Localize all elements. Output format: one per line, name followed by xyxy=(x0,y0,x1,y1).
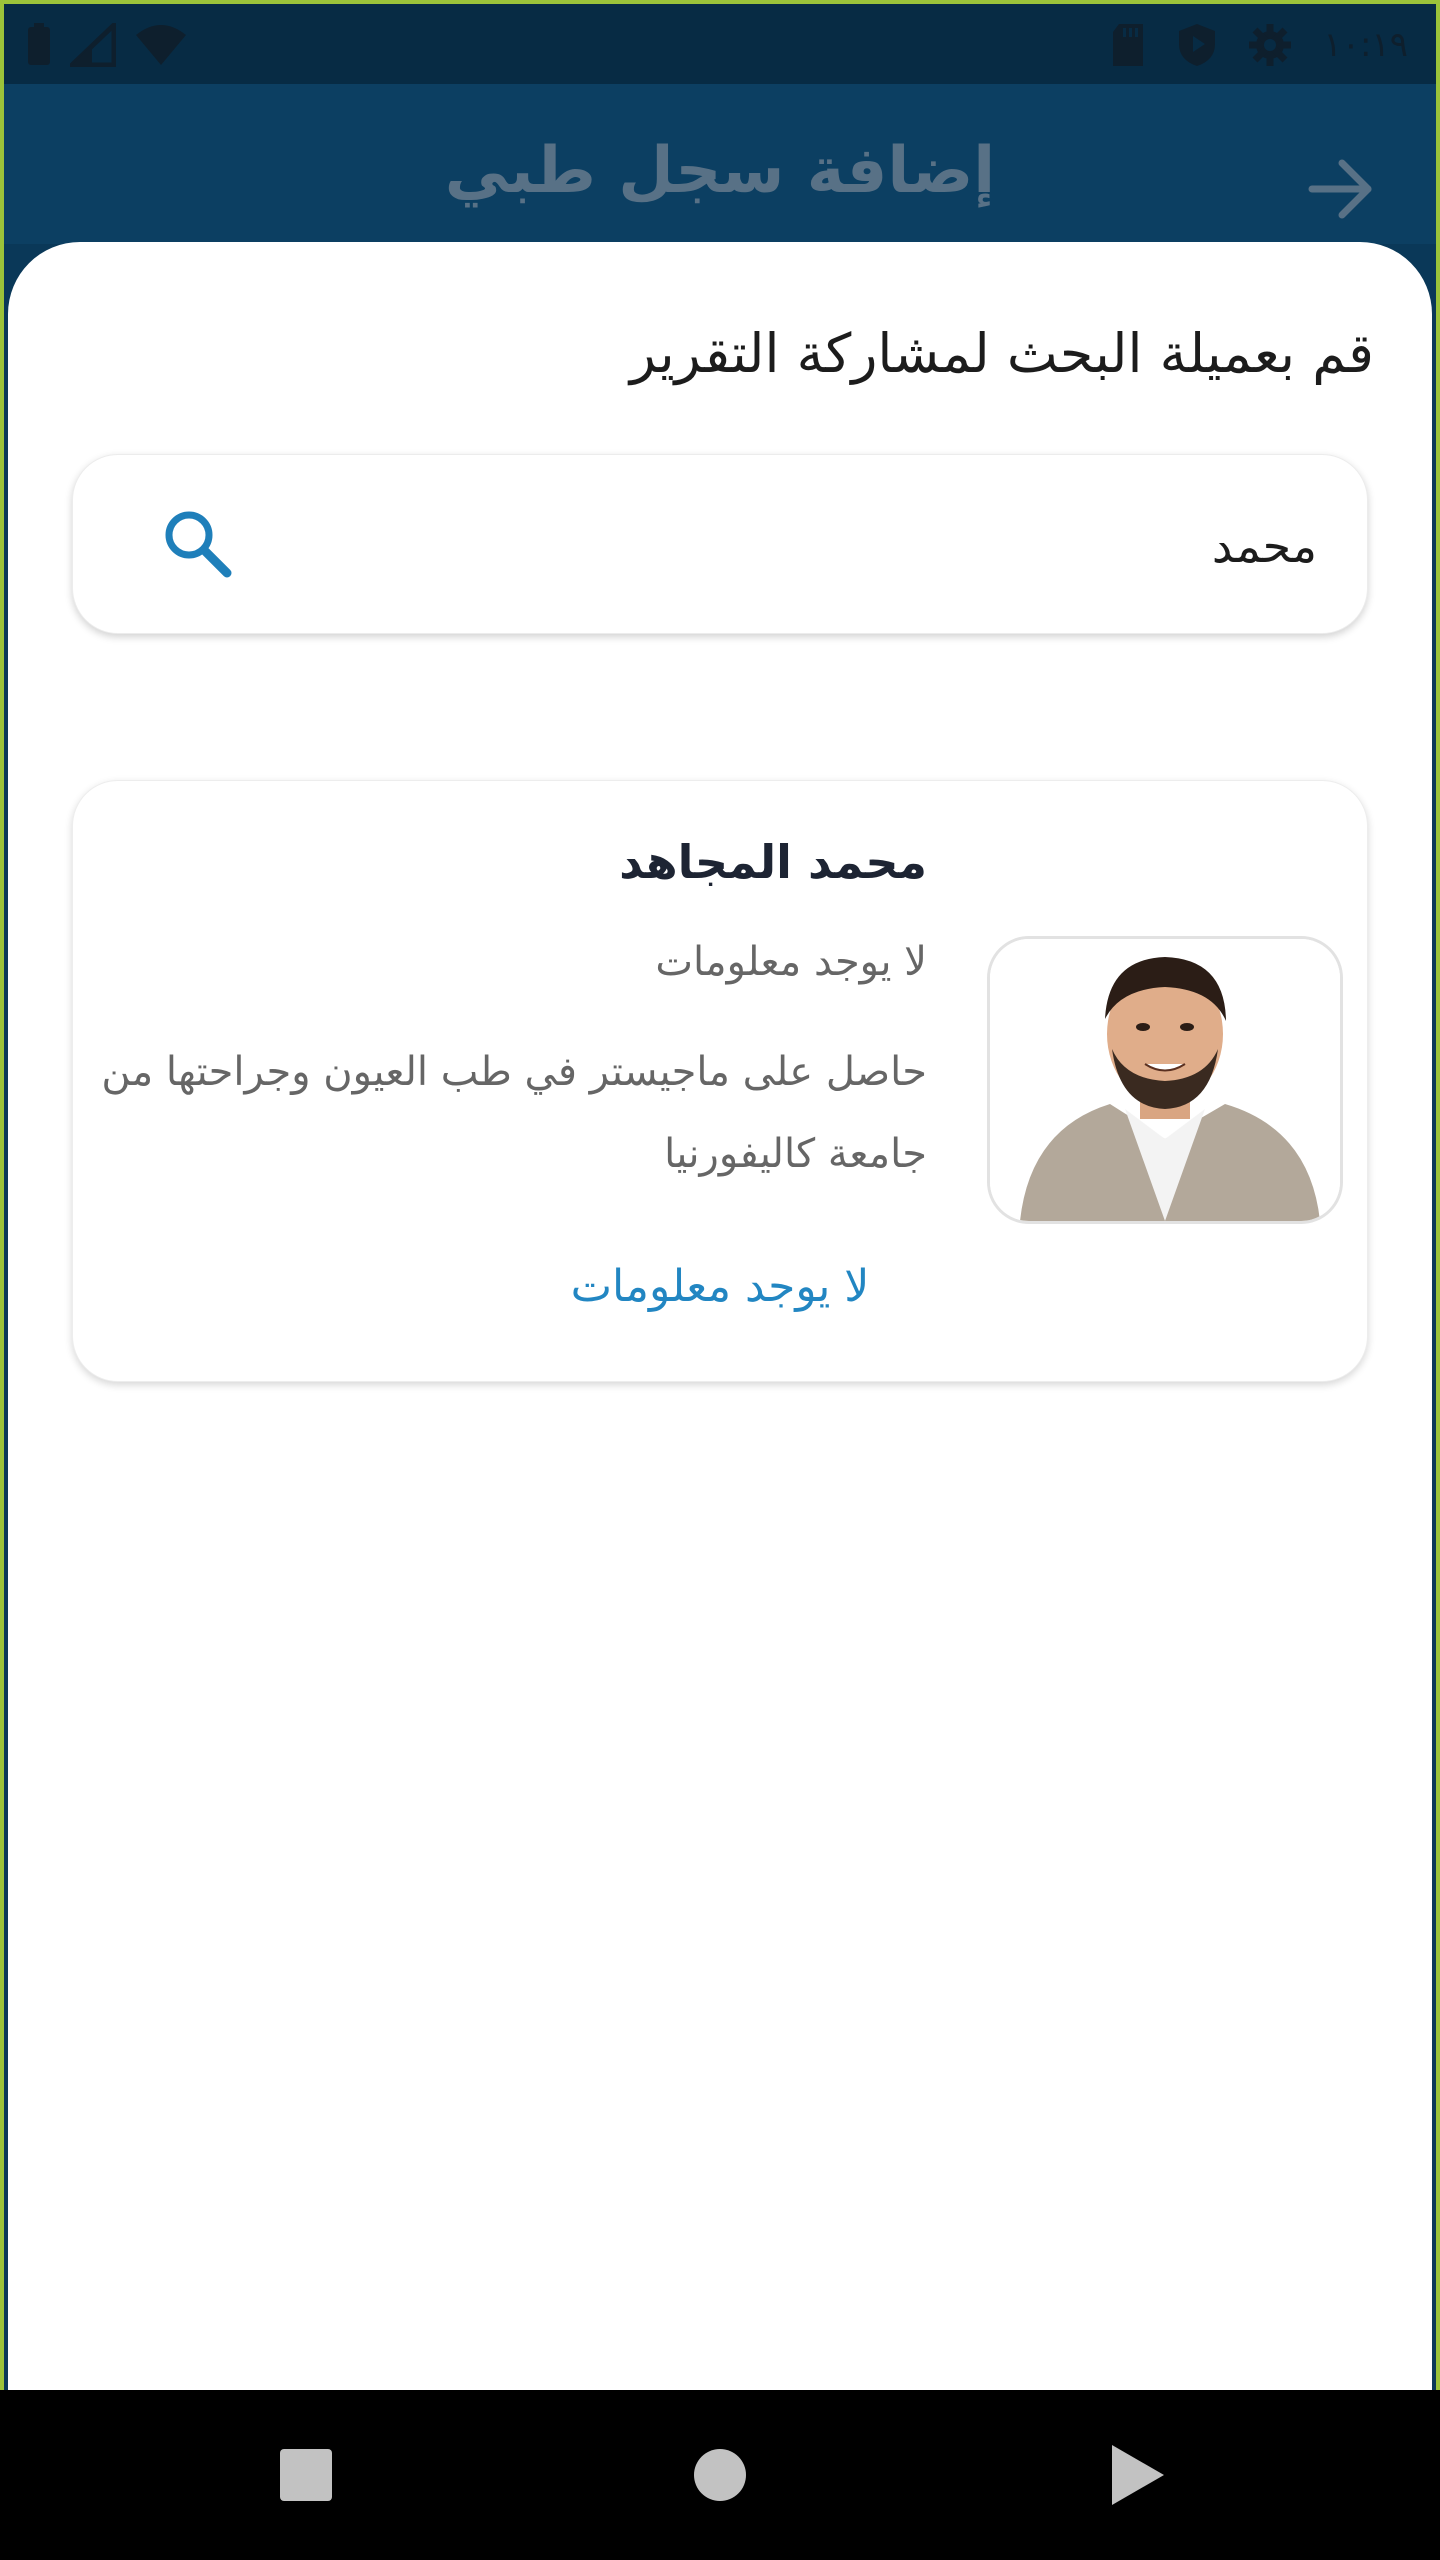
doctor-result-card[interactable]: محمد المجاهد لا يوجد معلومات حاصل على ما… xyxy=(72,780,1368,1382)
status-bar: ١٠:١٩ xyxy=(4,4,1436,84)
gear-icon xyxy=(1249,24,1292,66)
doctor-info-link[interactable]: لا يوجد معلومات xyxy=(73,1261,1367,1312)
system-nav-bar xyxy=(0,2390,1440,2560)
status-bar-left xyxy=(26,22,188,68)
doctor-name: محمد المجاهد xyxy=(619,835,927,889)
sheet-title: قم بعميلة البحث لمشاركة التقرير xyxy=(629,322,1374,385)
wifi-icon xyxy=(136,25,186,65)
sd-card-icon xyxy=(1113,24,1144,66)
signal-icon xyxy=(70,23,116,67)
search-box[interactable] xyxy=(72,454,1368,634)
battery-icon xyxy=(28,23,50,65)
status-time: ١٠:١٩ xyxy=(1323,25,1408,65)
share-report-sheet: قم بعميلة البحث لمشاركة التقرير محمد محم… xyxy=(8,242,1432,2390)
screen: ١٠:١٩ إضافة سجل طبي قم بعميلة البحث لمشا… xyxy=(0,0,1440,2560)
page-title: إضافة سجل طبي xyxy=(444,134,996,208)
doctor-avatar xyxy=(987,936,1343,1224)
search-input[interactable] xyxy=(415,505,1319,587)
status-bar-right: ١٠:١٩ xyxy=(1109,22,1408,68)
triangle-back-icon[interactable] xyxy=(1098,2435,1178,2515)
circle-home-icon[interactable] xyxy=(680,2435,760,2515)
app-bar: إضافة سجل طبي xyxy=(4,84,1436,244)
doctor-bio: حاصل على ماجيستر في طب العيون وجراحتها م… xyxy=(101,1049,927,1177)
doctor-specialty: لا يوجد معلومات xyxy=(655,939,927,985)
app-window: ١٠:١٩ إضافة سجل طبي قم بعميلة البحث لمشا… xyxy=(0,0,1440,2390)
arrow-right-icon[interactable] xyxy=(1306,154,1376,224)
doctor-photo xyxy=(990,939,1340,1221)
square-recents-icon[interactable] xyxy=(266,2435,346,2515)
shield-icon xyxy=(1179,24,1216,66)
search-icon[interactable] xyxy=(159,505,235,581)
